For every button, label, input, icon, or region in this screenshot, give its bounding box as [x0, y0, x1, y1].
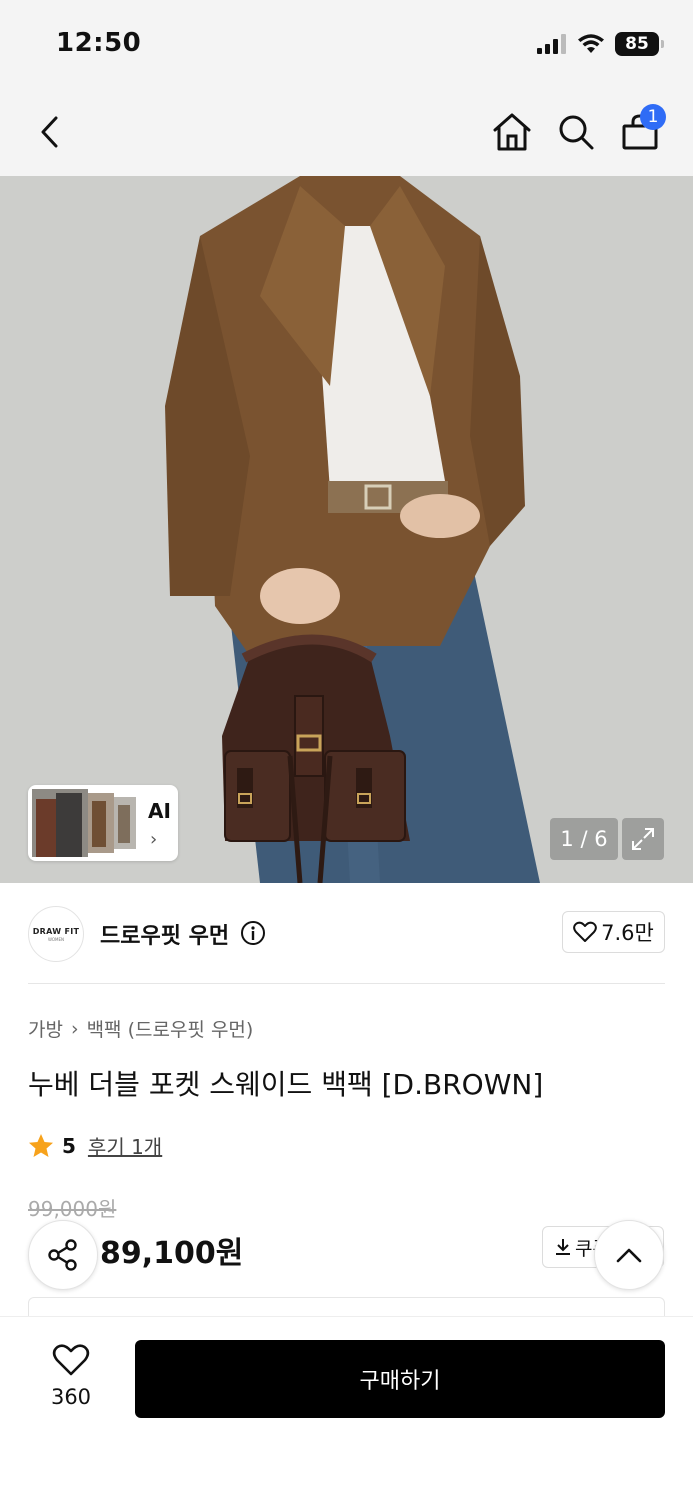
brand-logo-subtext: WOMEN: [47, 936, 65, 942]
brand-logo-text: DRAW FIT: [32, 926, 80, 936]
brand-like-button[interactable]: 7.6만: [562, 911, 665, 953]
search-button[interactable]: [550, 106, 602, 158]
bottom-action-bar: 360 구매하기: [0, 1317, 693, 1500]
chevron-right-icon: ›: [150, 829, 158, 850]
ai-thumbnails: [32, 789, 136, 857]
breadcrumb-item[interactable]: 백팩 (드로우핏 우먼): [87, 1015, 254, 1042]
ai-label: AI: [148, 799, 171, 823]
cart-count-badge: 1: [640, 104, 666, 130]
product-image[interactable]: [0, 176, 693, 883]
battery-indicator: 85: [615, 32, 664, 56]
home-button[interactable]: [486, 106, 538, 158]
chevron-left-icon: [41, 116, 58, 148]
sale-price: 89,100원: [100, 1236, 244, 1271]
nav-bar: 1: [0, 88, 693, 176]
wishlist-button[interactable]: 360: [40, 1343, 102, 1409]
search-icon: [559, 115, 594, 150]
status-time: 12:50: [56, 28, 142, 58]
info-icon[interactable]: [240, 920, 266, 946]
ai-style-button[interactable]: AI ›: [28, 785, 178, 861]
chevron-up-icon: [616, 1248, 642, 1263]
image-page-counter: 1 / 6: [550, 818, 618, 860]
rating: 5 후기 1개: [28, 1131, 162, 1160]
star-icon: [29, 1133, 53, 1157]
breadcrumb-item[interactable]: 가방: [28, 1015, 63, 1042]
share-button[interactable]: [28, 1220, 98, 1290]
product-title: 누베 더블 포켓 스웨이드 백팩 [D.BROWN]: [28, 1068, 544, 1101]
breadcrumb-separator: ›: [70, 1017, 79, 1040]
wifi-icon: [578, 34, 604, 53]
brand-row: DRAW FIT WOMEN 드로우핏 우먼 7.6만: [28, 906, 665, 962]
brand-logo[interactable]: DRAW FIT WOMEN: [28, 906, 84, 962]
home-icon: [493, 113, 531, 151]
heart-icon: [573, 921, 598, 942]
status-bar: 12:50 85: [0, 0, 693, 88]
back-button[interactable]: [24, 106, 76, 158]
scroll-to-top-button[interactable]: [594, 1220, 664, 1290]
heart-icon: [52, 1344, 90, 1376]
buy-button[interactable]: 구매하기: [135, 1340, 665, 1418]
download-icon: [556, 1239, 570, 1255]
expand-icon: [632, 828, 654, 850]
divider: [28, 983, 665, 984]
rating-score: 5: [62, 1133, 76, 1158]
cart-button[interactable]: 1: [614, 104, 666, 158]
signal-icon: [537, 34, 566, 54]
brand-name[interactable]: 드로우핏 우먼: [100, 918, 229, 950]
review-count-link[interactable]: 후기 1개: [88, 1131, 162, 1160]
original-price: 99,000원: [28, 1197, 117, 1221]
breadcrumb: 가방 › 백팩 (드로우핏 우먼): [28, 1015, 253, 1042]
product-photo-illustration: [0, 176, 693, 883]
expand-image-button[interactable]: [622, 818, 664, 860]
wishlist-count: 360: [50, 1385, 92, 1409]
brand-like-count: 7.6만: [601, 921, 654, 945]
share-icon: [48, 1239, 77, 1271]
status-icons: 85: [537, 30, 664, 58]
